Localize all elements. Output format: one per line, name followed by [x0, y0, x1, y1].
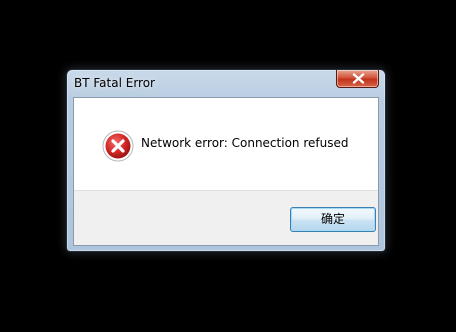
- message-area: Network error: Connection refused: [74, 98, 378, 190]
- window-title: BT Fatal Error: [74, 76, 155, 90]
- ok-button[interactable]: 确定: [290, 207, 376, 232]
- title-bar[interactable]: BT Fatal Error: [67, 70, 385, 97]
- button-bar: 确定: [74, 190, 378, 245]
- error-icon: [102, 130, 134, 162]
- error-dialog-window: BT Fatal Error Network error: Connection…: [66, 69, 386, 252]
- dialog-body: Network error: Connection refused 确定: [73, 97, 379, 246]
- error-message: Network error: Connection refused: [141, 136, 349, 150]
- close-button[interactable]: [336, 70, 379, 88]
- close-icon: [352, 73, 365, 84]
